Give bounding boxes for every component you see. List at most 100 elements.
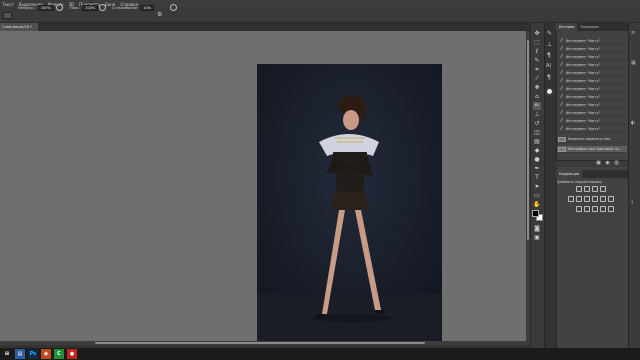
- document-canvas-photo[interactable]: [257, 64, 442, 342]
- foreground-color-swatch[interactable]: [532, 210, 539, 217]
- layers-panel-icon[interactable]: ▦: [631, 60, 636, 66]
- document-tab[interactable]: Слой-маска/16 *: [0, 23, 38, 31]
- brush-icon: ⁄: [561, 118, 562, 124]
- info-circle-icon[interactable]: [545, 87, 554, 96]
- pressure-control: Наж.: 100%: [70, 4, 99, 11]
- gradient-map-icon[interactable]: [600, 206, 606, 212]
- type-tool-icon[interactable]: T: [533, 174, 541, 182]
- paths-panel-icon[interactable]: ⌇: [631, 200, 633, 206]
- channel-mixer-icon[interactable]: [608, 196, 614, 202]
- threshold-icon[interactable]: [592, 206, 598, 212]
- hand-tool-icon[interactable]: ✋: [533, 201, 541, 209]
- history-item[interactable]: ⁄ Инструмент "Кисть": [557, 118, 627, 125]
- brush-icon: ⁄: [561, 62, 562, 68]
- file-explorer-icon[interactable]: ▤: [15, 349, 25, 359]
- windows-icon[interactable]: ⊞: [2, 349, 12, 359]
- camera-snapshot-icon[interactable]: ◉: [605, 161, 610, 166]
- history-item[interactable]: ⁄ Инструмент "Кисть": [557, 54, 627, 61]
- menu-text[interactable]: Текст: [2, 2, 14, 7]
- new-document-from-state-icon[interactable]: ▣: [596, 161, 601, 166]
- lasso-tool-icon[interactable]: ℓ: [533, 48, 541, 56]
- vertical-scroll-thumb[interactable]: [527, 40, 529, 240]
- history-item[interactable]: ⁄ Инструмент "Кисть": [557, 38, 627, 45]
- history-item[interactable]: ⁄ Инструмент "Кисть": [557, 78, 627, 85]
- vibrance-icon[interactable]: [568, 196, 574, 202]
- color-balance-icon[interactable]: [584, 196, 590, 202]
- hue-saturation-icon[interactable]: [576, 196, 582, 202]
- history-item[interactable]: ⁄ Инструмент "Кисть": [557, 102, 627, 109]
- brush-icon: ⁄: [561, 94, 562, 100]
- pen-tool-icon[interactable]: ✒: [533, 165, 541, 173]
- brush-icon: ⁄: [561, 54, 562, 60]
- dodge-tool-icon[interactable]: ●: [533, 156, 541, 164]
- smoothing-label: Сглаживание:: [112, 5, 139, 10]
- curves-icon[interactable]: [592, 186, 598, 192]
- channels-panel-icon[interactable]: ◐: [631, 120, 635, 126]
- character-icon[interactable]: A|: [546, 63, 551, 69]
- shape-tool-icon[interactable]: ▭: [533, 192, 541, 200]
- photoshop-icon[interactable]: Ps: [28, 349, 38, 359]
- marquee-tool-icon[interactable]: ⬚: [533, 39, 541, 47]
- smoothing-field[interactable]: 10%: [140, 4, 154, 11]
- history-item[interactable]: ⁄ Инструмент "Кисть": [557, 86, 627, 93]
- history-item[interactable]: ⁄ Инструмент "Кисть": [557, 70, 627, 77]
- trash-icon[interactable]: ▥: [614, 161, 619, 166]
- blur-tool-icon[interactable]: ◆: [533, 147, 541, 155]
- eraser-tool-icon[interactable]: ◫: [533, 129, 541, 137]
- history-item[interactable]: ⁄ Инструмент "Кисть": [557, 46, 627, 53]
- screen-mode-icon[interactable]: ▣: [533, 234, 541, 242]
- brightness-contrast-icon[interactable]: [576, 186, 582, 192]
- opacity-field[interactable]: 100%: [37, 4, 54, 11]
- horizontal-scroll-thumb[interactable]: [95, 342, 425, 344]
- levels-icon[interactable]: [584, 186, 590, 192]
- selective-color-icon[interactable]: [608, 206, 614, 212]
- quick-select-tool-icon[interactable]: ✎: [533, 57, 541, 65]
- clone-source-icon[interactable]: ⊥: [547, 41, 552, 48]
- path-selection-tool-icon[interactable]: ➤: [533, 183, 541, 191]
- patch-tool-icon[interactable]: ⌂: [533, 93, 541, 101]
- history-item[interactable]: ⁄ Инструмент "Кисть": [557, 94, 627, 101]
- brush-icon: ⁄: [561, 46, 562, 52]
- tab-actions[interactable]: Операции: [577, 23, 602, 31]
- gradient-tool-icon[interactable]: ▤: [533, 138, 541, 146]
- posterize-icon[interactable]: [584, 206, 590, 212]
- move-tool-icon[interactable]: ✥: [533, 30, 541, 38]
- quick-mask-icon[interactable]: ◙: [533, 225, 541, 233]
- recorder-icon[interactable]: ●: [67, 349, 77, 359]
- adjustments-add-label: Добавить корректировку: [557, 180, 603, 184]
- brush-icon: ⁄: [561, 126, 562, 132]
- brush-preset-icon[interactable]: [3, 12, 12, 19]
- history-item[interactable]: Изменить параметр слоя: [557, 136, 627, 143]
- invert-icon[interactable]: [576, 206, 582, 212]
- eyedropper-tool-icon[interactable]: ⁄: [533, 75, 541, 83]
- brush-icon: ⁄: [561, 70, 562, 76]
- exposure-icon[interactable]: [600, 186, 606, 192]
- color-swatches[interactable]: [532, 210, 543, 221]
- healing-tool-icon[interactable]: ✚: [533, 84, 541, 92]
- tab-history[interactable]: История: [556, 23, 578, 31]
- browser-icon[interactable]: ◉: [41, 349, 51, 359]
- history-item[interactable]: ⁄ Инструмент "Кисть": [557, 110, 627, 117]
- airbrush-icon[interactable]: [99, 4, 106, 11]
- history-brush-tool-icon[interactable]: ↺: [533, 120, 541, 128]
- camtasia-icon[interactable]: C: [54, 349, 64, 359]
- history-item[interactable]: ⁄ Инструмент "Кисть": [557, 126, 627, 133]
- smoothing-settings-icon[interactable]: ⚙: [157, 12, 163, 18]
- brush-panel-icon[interactable]: ✎: [547, 30, 552, 37]
- panel-menu-icon[interactable]: ≡: [631, 30, 635, 36]
- brush-tool-icon[interactable]: ✏: [533, 102, 541, 110]
- opacity-control: Непрозр.: 100%: [18, 4, 54, 11]
- tab-adjustments[interactable]: Коррекция: [556, 170, 583, 178]
- paragraph-style-icon[interactable]: ¶: [547, 74, 551, 81]
- pressure-size-icon[interactable]: [170, 4, 177, 11]
- pressure-field[interactable]: 100%: [82, 4, 99, 11]
- history-item-selected[interactable]: Настройка слоя "Цветовой то...: [557, 146, 627, 153]
- layer-state-icon: [558, 136, 566, 142]
- paragraph-icon[interactable]: ¶: [547, 52, 551, 59]
- clone-stamp-tool-icon[interactable]: ⊥: [533, 111, 541, 119]
- history-item[interactable]: ⁄ Инструмент "Кисть": [557, 62, 627, 69]
- black-white-icon[interactable]: [592, 196, 598, 202]
- crop-tool-icon[interactable]: ⌗: [533, 66, 541, 74]
- opacity-pressure-icon[interactable]: [56, 4, 63, 11]
- photo-filter-icon[interactable]: [600, 196, 606, 202]
